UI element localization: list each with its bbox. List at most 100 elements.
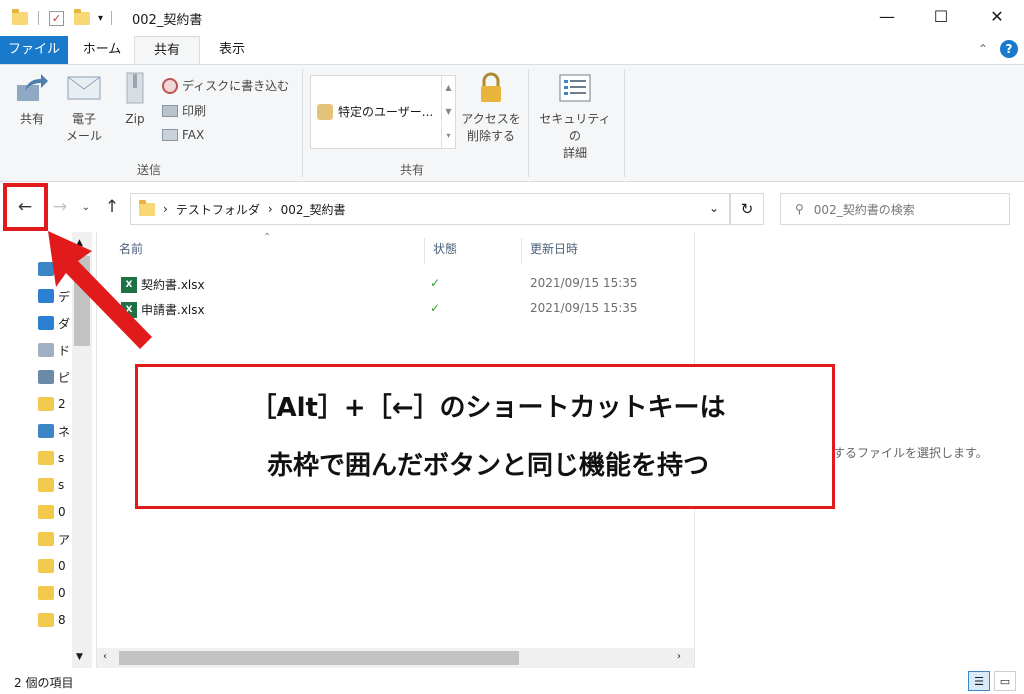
horizontal-scrollbar[interactable]: ‹ › xyxy=(97,648,694,668)
red-arrow-annotation xyxy=(48,231,152,349)
column-divider[interactable] xyxy=(521,238,522,264)
breadcrumb-separator: › xyxy=(267,202,273,216)
minimize-button[interactable]: — xyxy=(864,0,910,32)
navigation-item-label: ピ xyxy=(58,370,71,385)
navigation-item[interactable]: 0 xyxy=(38,582,78,604)
breadcrumb-item[interactable]: 002_契約書 xyxy=(281,201,346,218)
maximize-button[interactable]: ☐ xyxy=(918,0,964,32)
navigation-item[interactable]: ネ xyxy=(38,420,78,442)
remove-access-button[interactable]: アクセスを 削除する xyxy=(460,71,522,145)
recent-locations-button[interactable]: ⌄ xyxy=(76,192,96,222)
ribbon-tabs: ファイル ホーム 共有 表示 ⌃ ? xyxy=(0,36,1024,64)
folder-icon xyxy=(38,505,54,519)
address-dropdown-icon[interactable]: ⌄ xyxy=(709,201,719,215)
callout-line-2: 赤枠で囲んだボタンと同じ機能を持つ xyxy=(266,451,709,481)
scroll-right-icon[interactable]: › xyxy=(677,651,681,662)
security-line1: セキュリティの xyxy=(539,112,611,143)
tab-file[interactable]: ファイル xyxy=(0,36,68,64)
tab-home[interactable]: ホーム xyxy=(72,36,132,64)
address-bar[interactable]: › テストフォルダ › 002_契約書 ⌄ xyxy=(130,193,730,225)
send-group-label: 送信 xyxy=(137,163,162,177)
folder-icon xyxy=(38,532,54,546)
folder-icon xyxy=(38,451,54,465)
group-divider xyxy=(528,69,529,177)
chevron-down-icon: ⌄ xyxy=(81,201,91,213)
share-icon xyxy=(14,71,50,105)
email-button[interactable]: 電子 メール xyxy=(62,71,106,145)
scroll-down-icon[interactable]: ▼ xyxy=(76,652,83,662)
scroll-left-icon[interactable]: ‹ xyxy=(103,651,107,662)
new-folder-icon[interactable] xyxy=(74,8,90,25)
advanced-security-button[interactable]: セキュリティの 詳細 xyxy=(534,71,616,162)
navigation-item[interactable]: 0 xyxy=(38,555,78,577)
navigation-item[interactable]: ピ xyxy=(38,366,78,388)
folder-icon xyxy=(139,199,155,216)
folder-icon xyxy=(38,478,54,492)
navigation-item[interactable]: 0 xyxy=(38,501,78,523)
customize-toolbar-icon[interactable]: ▾ xyxy=(98,13,103,24)
title-bar: ✓ ▾ 002_契約書 — ☐ ✕ xyxy=(0,0,1024,36)
folder-icon xyxy=(12,8,28,25)
large-icons-view-button[interactable]: ▭ xyxy=(994,671,1016,691)
up-arrow-icon: ↑ xyxy=(104,197,120,217)
refresh-icon: ↻ xyxy=(740,200,754,218)
refresh-button[interactable]: ↻ xyxy=(730,193,764,225)
burn-disc-button[interactable]: ディスクに書き込む xyxy=(162,77,289,94)
navigation-item-label: 0 xyxy=(58,586,66,600)
divider xyxy=(111,11,113,25)
navigation-item[interactable]: 8 xyxy=(38,609,78,631)
share-button[interactable]: 共有 xyxy=(10,71,54,128)
column-header-state[interactable]: 状態 xyxy=(433,240,457,257)
help-icon[interactable]: ? xyxy=(1000,40,1018,58)
callout-line-1: ［Alt］+［←］のショートカットキーは xyxy=(250,393,726,423)
disc-icon xyxy=(162,77,178,94)
share-with-item[interactable]: 特定のユーザー... xyxy=(317,103,433,120)
breadcrumb-item[interactable]: テストフォルダ xyxy=(176,201,260,218)
fax-icon xyxy=(162,129,178,141)
gallery-scroll[interactable]: ▲ ▼ ▾ xyxy=(441,76,455,148)
printer-icon xyxy=(162,104,178,117)
tab-view[interactable]: 表示 xyxy=(202,36,262,64)
folder-icon xyxy=(38,397,54,411)
ribbon: 共有 電子 メール Zip ディスクに書き込む 印刷 FAX 送信 特定のユーザ… xyxy=(0,64,1024,182)
picture-icon xyxy=(38,370,54,384)
search-placeholder: 002_契約書の検索 xyxy=(813,202,915,217)
navigation-item[interactable]: 2 xyxy=(38,393,78,415)
navigation-item[interactable]: ア xyxy=(38,528,78,550)
navigation-item[interactable]: s xyxy=(38,447,78,469)
forward-arrow-icon: → xyxy=(52,197,68,217)
fax-button[interactable]: FAX xyxy=(162,128,204,142)
annotation-callout: ［Alt］+［←］のショートカットキーは 赤枠で囲んだボタンと同じ機能を持つ xyxy=(135,364,835,509)
tab-share[interactable]: 共有 xyxy=(134,36,200,64)
scroll-thumb[interactable] xyxy=(119,651,519,665)
properties-icon[interactable]: ✓ xyxy=(49,10,64,26)
share-group-label: 共有 xyxy=(400,163,425,177)
close-button[interactable]: ✕ xyxy=(974,0,1020,32)
forward-button[interactable]: → xyxy=(46,192,74,222)
column-divider[interactable] xyxy=(424,238,425,264)
search-box[interactable]: ⚲ 002_契約書の検索 xyxy=(780,193,1010,225)
zip-icon xyxy=(121,71,149,105)
large-icons-view-icon: ▭ xyxy=(999,674,1011,688)
navigation-item[interactable]: s xyxy=(38,474,78,496)
file-row[interactable]: X 申請書.xlsx ✓ 2021/09/15 15:35 xyxy=(97,297,694,321)
group-divider xyxy=(624,69,625,177)
security-icon xyxy=(557,71,593,105)
zip-label: Zip xyxy=(125,112,145,126)
details-view-button[interactable]: ☰ xyxy=(968,671,990,691)
remove-access-line2: 削除する xyxy=(466,129,515,143)
navigation-item-label: 0 xyxy=(58,505,66,519)
folder-icon xyxy=(38,559,54,573)
group-divider xyxy=(302,69,303,177)
print-button[interactable]: 印刷 xyxy=(162,102,206,119)
email-label-line1: 電子 xyxy=(71,112,96,126)
zip-button[interactable]: Zip xyxy=(118,71,152,128)
column-header-modified[interactable]: 更新日時 xyxy=(530,240,578,257)
share-with-gallery[interactable]: 特定のユーザー... ▲ ▼ ▾ xyxy=(310,75,456,149)
up-button[interactable]: ↑ xyxy=(98,192,126,222)
navigation-item-label: 8 xyxy=(58,613,66,627)
collapse-ribbon-icon[interactable]: ⌃ xyxy=(978,42,988,56)
navigation-item-label: 0 xyxy=(58,559,66,573)
file-row[interactable]: X 契約書.xlsx ✓ 2021/09/15 15:35 xyxy=(97,272,694,296)
folder-icon xyxy=(38,586,54,600)
